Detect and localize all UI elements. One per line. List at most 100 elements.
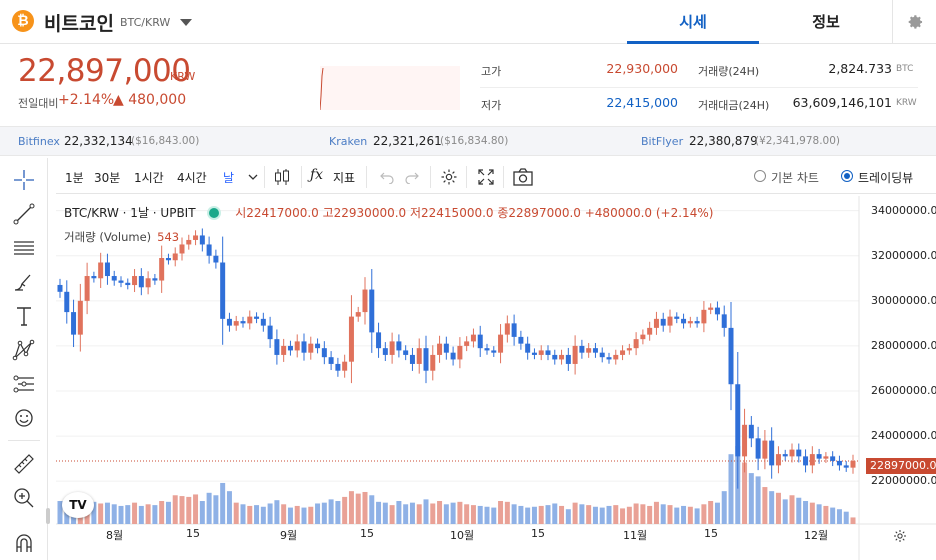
basic-chart-option[interactable]: 기본 차트: [771, 169, 819, 186]
prediction-tool[interactable]: [10, 370, 38, 398]
candle-body: [152, 278, 158, 281]
volume-bar: [782, 499, 788, 524]
volume-bar: [653, 501, 659, 524]
candle-body: [437, 343, 443, 355]
trendline-icon: [13, 203, 35, 225]
volume-bar: [559, 505, 565, 524]
volume-bar: [132, 502, 138, 524]
volume-bar: [111, 504, 117, 524]
candle-body: [755, 438, 761, 459]
candle-body: [721, 314, 727, 328]
zoom-tool[interactable]: [10, 484, 38, 512]
tab-market[interactable]: 시세: [627, 0, 759, 44]
interval-4h[interactable]: 4시간: [177, 169, 207, 186]
x-tick-label: 15: [704, 527, 718, 540]
chevron-down-icon[interactable]: [180, 19, 192, 26]
text-tool[interactable]: [10, 302, 38, 330]
candle-body: [762, 440, 768, 459]
interval-30m[interactable]: 30분: [94, 169, 120, 186]
candle-type-icon[interactable]: [272, 167, 292, 187]
candle-body: [836, 460, 842, 466]
candle-body: [321, 348, 327, 358]
candle-body: [430, 354, 436, 371]
chevron-down-icon[interactable]: [248, 174, 258, 182]
header: ₿ 비트코인 BTC/KRW 시세 정보: [0, 0, 936, 44]
candle-body: [382, 348, 388, 355]
exchange-name[interactable]: BitFlyer: [641, 135, 683, 148]
candle-body: [470, 334, 476, 342]
price-chart[interactable]: BTC/KRW · 1날 · UPBIT 시22417000.0 고229300…: [56, 196, 936, 560]
candle-body: [132, 276, 138, 286]
candle-body: [335, 363, 341, 371]
scrollbar[interactable]: [46, 508, 50, 524]
magnet-tool[interactable]: [10, 530, 38, 558]
exchange-price: 22,332,134: [64, 134, 133, 148]
settings-button[interactable]: [892, 0, 936, 44]
redo-icon[interactable]: [404, 170, 420, 184]
undo-icon[interactable]: [379, 170, 395, 184]
candle-body: [694, 321, 700, 324]
volume-bar: [233, 502, 239, 524]
toolbar-divider: [466, 166, 467, 188]
candle-body: [511, 323, 517, 337]
volume-bar: [335, 501, 341, 524]
candle-body: [531, 352, 537, 355]
volume-bar: [477, 505, 483, 524]
candle-body: [159, 257, 165, 281]
camera-icon[interactable]: [512, 167, 534, 187]
candle-body: [728, 327, 734, 385]
pattern-tool[interactable]: [10, 336, 38, 364]
measure-tool[interactable]: [10, 450, 38, 478]
radio-unselected-icon[interactable]: [753, 169, 767, 183]
fx-icon[interactable]: ƒx: [310, 167, 323, 183]
volume-bar: [450, 502, 456, 524]
volume-bar: [491, 507, 497, 524]
trendline-tool[interactable]: [10, 200, 38, 228]
radio-selected-icon[interactable]: [840, 169, 854, 183]
emoji-tool[interactable]: [10, 404, 38, 432]
volume-bar: [254, 505, 260, 524]
volume-bar: [843, 511, 849, 524]
fullscreen-icon[interactable]: [477, 168, 495, 186]
candle-body: [518, 336, 524, 344]
volume-value: 543: [157, 230, 180, 244]
volume-bar: [437, 501, 443, 524]
candle-body: [640, 334, 646, 340]
tradingview-logo[interactable]: TV: [62, 492, 94, 518]
gear-icon[interactable]: [892, 528, 908, 544]
fib-tool[interactable]: [10, 234, 38, 262]
volume-bar: [193, 494, 199, 524]
interval-day[interactable]: 날: [223, 169, 234, 186]
toolbar-divider: [301, 166, 302, 188]
volume-bar: [823, 505, 829, 524]
candle-body: [850, 460, 856, 468]
interval-1m[interactable]: 1분: [65, 169, 84, 186]
candle-body: [491, 350, 497, 353]
volume-bar: [681, 505, 687, 524]
exchange-name[interactable]: Kraken: [329, 135, 367, 148]
tradingview-option[interactable]: 트레이딩뷰: [858, 169, 913, 186]
candle-body: [138, 276, 144, 288]
volume-bar: [599, 507, 605, 524]
chart-toolbar: 1분 30분 1시간 4시간 날 ƒx 지표 기본 차트 트레이딩뷰: [56, 160, 936, 194]
volume-bar: [457, 501, 463, 524]
tab-info[interactable]: 정보: [760, 0, 892, 44]
volume-bar: [213, 495, 219, 524]
interval-1h[interactable]: 1시간: [134, 169, 164, 186]
volume-bar: [775, 492, 781, 524]
candle-body: [220, 262, 226, 319]
gear-icon[interactable]: [439, 167, 459, 187]
volume24-unit: BTC: [896, 64, 914, 74]
indicators-button[interactable]: 지표: [333, 169, 355, 186]
candle-body: [98, 262, 104, 279]
crosshair-icon: [14, 170, 34, 190]
candle-body: [708, 307, 714, 310]
candle-body: [104, 262, 110, 277]
crosshair-tool[interactable]: [10, 166, 38, 194]
current-price: 22,897,000: [18, 53, 191, 89]
brush-tool[interactable]: [10, 268, 38, 296]
candle-body: [186, 239, 192, 245]
legend-symbol[interactable]: BTC/KRW · 1날 · UPBIT: [64, 206, 196, 220]
exchange-name[interactable]: Bitfinex: [18, 135, 60, 148]
volume-bar: [294, 505, 300, 524]
